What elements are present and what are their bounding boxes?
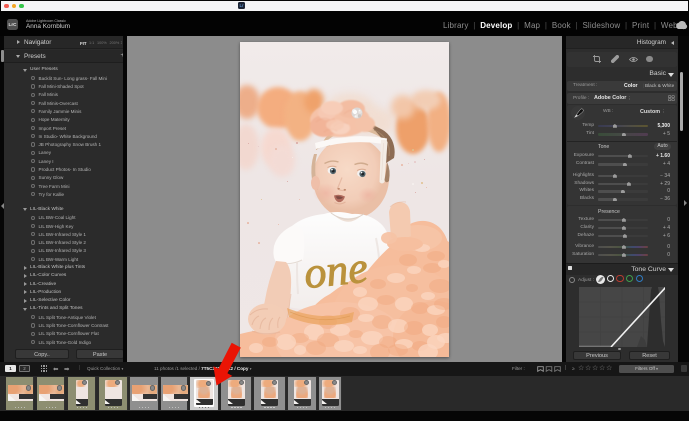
svg-text:one: one [302, 243, 370, 298]
